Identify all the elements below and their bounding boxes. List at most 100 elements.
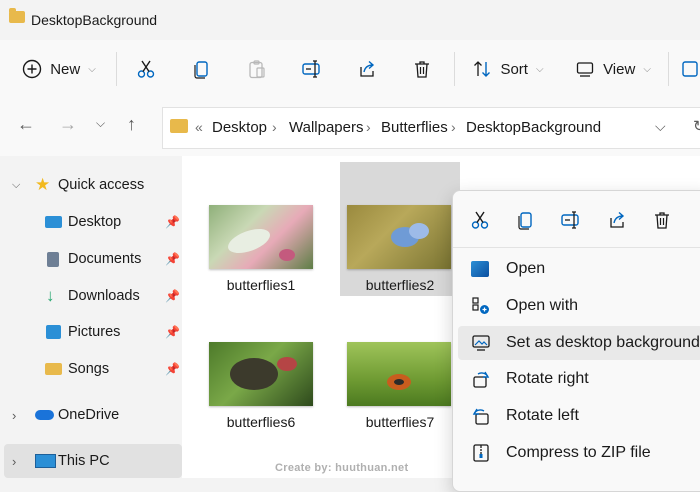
pin-icon: 📌 [165, 289, 180, 303]
sidebar-item-desktop[interactable]: Desktop 📌 [0, 205, 182, 239]
chevron-down-icon: ⌵ [643, 63, 651, 75]
sort-icon [474, 61, 491, 77]
sidebar-item-label: Quick access [58, 177, 145, 193]
file-item-thumbnail[interactable] [209, 342, 313, 406]
divider [453, 247, 700, 248]
back-arrow-icon[interactable]: ← [17, 114, 35, 135]
sidebar-item-documents[interactable]: Documents 📌 [0, 242, 182, 276]
sidebar-item-label: This PC [58, 453, 110, 469]
rename-icon[interactable] [560, 210, 582, 230]
paste-button[interactable] [239, 40, 275, 98]
file-item-thumbnail[interactable] [347, 205, 451, 269]
cut-icon [137, 60, 155, 78]
sidebar-item-quick-access[interactable]: ⌵ ★ Quick access [0, 168, 182, 202]
rename-icon [302, 60, 320, 78]
share-button[interactable] [349, 40, 385, 98]
divider [454, 52, 455, 86]
file-name[interactable]: butterflies7 [340, 414, 460, 430]
delete-icon [415, 61, 429, 78]
breadcrumb-wallpapers[interactable]: Wallpapers [289, 119, 363, 136]
pin-icon: 📌 [165, 252, 180, 266]
chevron-down-icon[interactable]: ⌵ [96, 116, 105, 131]
butterfly-image [391, 223, 429, 247]
chevron-right-icon[interactable]: › [12, 454, 16, 469]
file-name[interactable]: butterflies6 [201, 414, 321, 430]
desktop-icon [45, 216, 62, 228]
file-item-thumbnail[interactable] [209, 205, 313, 269]
refresh-icon[interactable]: ↻ [693, 117, 700, 135]
pictures-icon [46, 325, 61, 339]
menu-item-open-with[interactable]: Open with [458, 289, 700, 323]
chevron-down-icon[interactable]: ⌵ [655, 118, 666, 135]
sidebar-item-label: OneDrive [58, 407, 120, 423]
butterfly-image [387, 374, 411, 390]
delete-icon[interactable] [652, 210, 672, 230]
download-icon: ↓ [46, 286, 55, 305]
menu-item-compress-zip[interactable]: Compress to ZIP file [458, 436, 700, 470]
sidebar-item-downloads[interactable]: ↓ Downloads 📌 [0, 279, 182, 313]
delete-button[interactable] [404, 40, 440, 98]
breadcrumb-current[interactable]: DesktopBackground [466, 119, 601, 136]
copy-icon[interactable] [516, 210, 536, 230]
menu-item-set-desktop-background[interactable]: Set as desktop background [458, 326, 700, 360]
chevron-down-icon[interactable]: ⌵ [12, 179, 20, 192]
zip-icon [473, 444, 489, 462]
rename-button[interactable] [294, 40, 330, 98]
chevron-right-icon: › [272, 119, 277, 135]
folder-icon [9, 8, 25, 23]
breadcrumb-overflow[interactable]: « [195, 119, 203, 135]
breadcrumb-butterflies[interactable]: Butterflies [381, 119, 448, 136]
butterfly-image [230, 357, 297, 390]
view-icon [576, 62, 594, 77]
watermark: Create by: huuthuan.net [275, 462, 409, 474]
sort-label: Sort [500, 60, 528, 78]
pin-icon: 📌 [165, 362, 180, 376]
copy-icon [194, 61, 208, 79]
sort-button[interactable]: Sort ⌵ [466, 40, 550, 98]
menu-item-rotate-right[interactable]: Rotate right [458, 362, 700, 396]
divider [668, 52, 669, 86]
chevron-down-icon: ⌵ [535, 63, 544, 75]
sidebar-item-onedrive[interactable]: › OneDrive [0, 398, 182, 432]
share-icon[interactable] [607, 210, 627, 230]
sidebar-item-label: Songs [68, 361, 110, 377]
pin-icon: 📌 [165, 215, 180, 229]
chevron-right-icon[interactable]: › [12, 408, 16, 423]
menu-item-label: Set as desktop background [506, 334, 700, 351]
new-label: New [50, 60, 81, 78]
menu-item-rotate-left[interactable]: Rotate left [458, 399, 700, 433]
chevron-right-icon: › [366, 119, 371, 135]
desktop-background-icon [472, 335, 490, 351]
file-name[interactable]: butterflies1 [201, 277, 321, 293]
cut-button[interactable] [128, 40, 164, 98]
cut-icon[interactable] [470, 210, 490, 230]
menu-item-label: Open with [506, 297, 579, 314]
computer-icon [35, 454, 56, 468]
open-with-icon [472, 297, 489, 314]
more-button[interactable] [680, 40, 700, 98]
sidebar-item-pictures[interactable]: Pictures 📌 [0, 315, 182, 349]
sidebar-item-songs[interactable]: Songs 📌 [0, 352, 182, 386]
new-icon [22, 59, 42, 79]
view-button[interactable]: View ⌵ [568, 40, 658, 98]
rotate-left-icon [472, 408, 489, 425]
image-icon [682, 61, 698, 77]
menu-item-label: Compress to ZIP file [506, 444, 651, 461]
image-icon [471, 261, 489, 277]
pin-icon: 📌 [165, 325, 180, 339]
new-button[interactable]: New ⌵ [14, 40, 104, 98]
sidebar-item-this-pc[interactable]: › This PC [0, 444, 182, 478]
up-arrow-icon[interactable]: ↑ [127, 114, 136, 135]
file-item-thumbnail[interactable] [347, 342, 451, 406]
menu-item-open[interactable]: Open [458, 252, 700, 286]
paste-icon [249, 60, 265, 79]
menu-item-label: Open [506, 260, 546, 277]
forward-arrow-icon[interactable]: → [59, 114, 77, 135]
sidebar-item-label: Pictures [68, 324, 121, 340]
rotate-right-icon [473, 371, 490, 388]
breadcrumb-desktop[interactable]: Desktop [212, 119, 267, 136]
star-icon: ★ [35, 175, 51, 194]
copy-button[interactable] [184, 40, 220, 98]
view-label: View [603, 60, 636, 78]
file-name[interactable]: butterflies2 [340, 277, 460, 293]
